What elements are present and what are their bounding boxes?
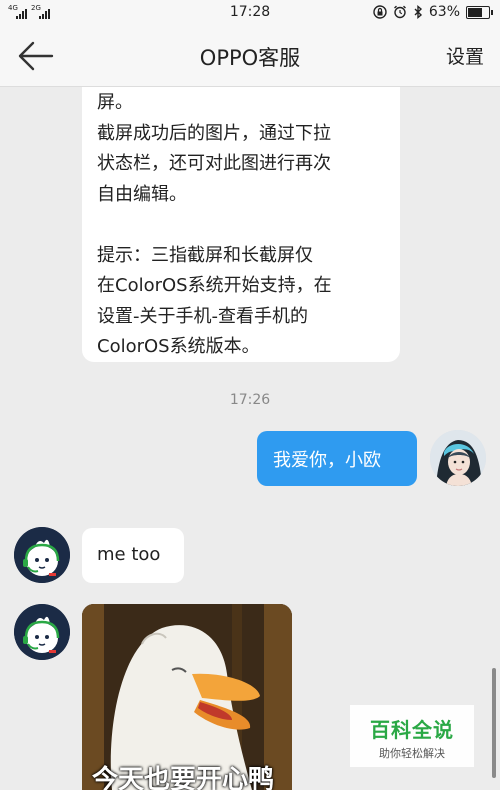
agent-reply-bubble[interactable]: me too (82, 528, 184, 583)
user-message-text: 我爱你，小欧 (273, 450, 381, 471)
agent-message-line: 设置-关于手机-查看手机的 (97, 305, 308, 327)
agent-avatar-icon (14, 604, 70, 660)
watermark-subtitle: 助你轻松解决 (379, 747, 445, 760)
agent-message-text: 屏。截屏成功后的图片，通过下拉 状态栏，还可对此图进行再次 自由编辑。提示：三指截屏… (82, 72, 400, 362)
agent-avatar[interactable] (14, 527, 70, 583)
status-bar-overlay: 4G 2G 17:28 63% (0, 0, 500, 26)
battery-percent: 63% (428, 4, 460, 20)
sticker-image[interactable]: 今天也要开心鸭 (82, 604, 292, 790)
agent-message-line: 提示：三指截屏和长截屏仅 (97, 244, 313, 266)
agent-reply-text: me too (97, 544, 161, 565)
lock-rotation-icon (373, 5, 387, 19)
watermark-title: 百科全说 (370, 718, 454, 742)
sticker-caption: 今天也要开心鸭 (92, 765, 275, 790)
agent-message-bubble: 屏。截屏成功后的图片，通过下拉 状态栏，还可对此图进行再次 自由编辑。提示：三指截屏… (82, 72, 400, 362)
agent-message-line: 屏。 (97, 92, 133, 113)
message-timestamp: 17:26 (229, 392, 271, 408)
agent-message-line: ColorOS系统版本。 (97, 336, 260, 357)
scrollbar[interactable] (492, 668, 496, 778)
chat-header-overlay: OPPO客服 设置 (0, 26, 500, 87)
agent-avatar-icon (14, 527, 70, 583)
bluetooth-icon (414, 5, 422, 19)
battery-icon (466, 5, 493, 19)
agent-message-line: 状态栏，还可对此图进行再次 (97, 153, 331, 174)
agent-message-line: 在ColorOS系统开始支持，在 (97, 275, 332, 296)
agent-message-line: 自由编辑。 (97, 183, 187, 205)
watermark-logo: 百科全说 助你轻松解决 (350, 705, 474, 767)
user-avatar-icon (430, 430, 486, 486)
agent-message-line (97, 210, 385, 241)
settings-button[interactable]: 设置 (446, 42, 484, 69)
battery-fill (468, 7, 482, 17)
alarm-icon (393, 5, 406, 19)
page-title: OPPO客服 (199, 46, 301, 70)
agent-message-line: 截屏成功后的图片，通过下拉 (97, 122, 331, 144)
agent-avatar[interactable] (14, 604, 70, 660)
user-message-bubble[interactable]: 我爱你，小欧 (257, 431, 417, 486)
user-avatar[interactable] (430, 430, 486, 486)
status-icons: 63% (373, 4, 493, 20)
